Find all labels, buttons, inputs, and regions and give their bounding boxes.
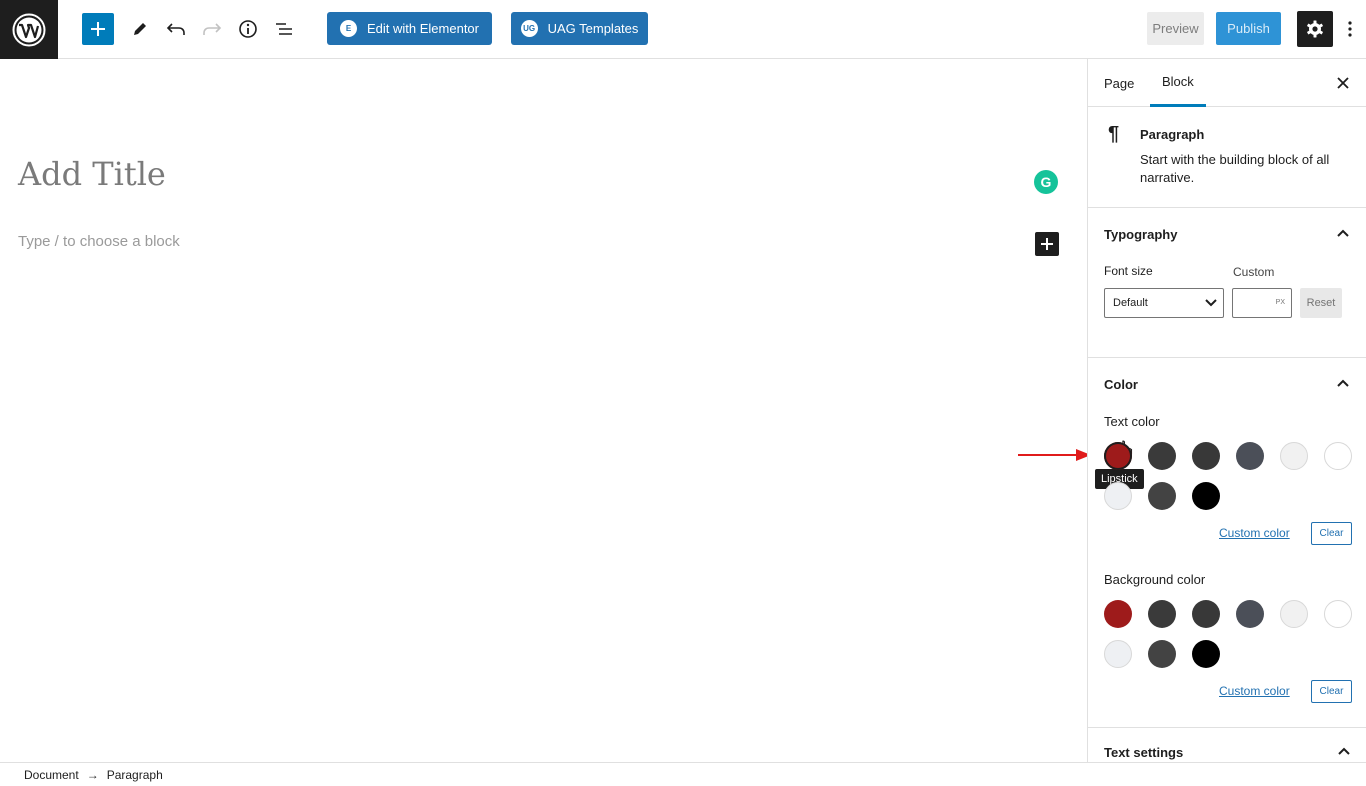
text-color-swatch[interactable] xyxy=(1192,442,1220,470)
text-color-swatch[interactable] xyxy=(1104,442,1132,470)
background-color-swatch[interactable] xyxy=(1192,600,1220,628)
tab-page[interactable]: Page xyxy=(1104,59,1134,107)
sidebar-tabs: Page Block xyxy=(1088,59,1366,107)
settings-button[interactable] xyxy=(1297,11,1333,47)
text-color-swatch[interactable] xyxy=(1148,442,1176,470)
list-view-button[interactable] xyxy=(269,12,299,45)
color-panel-toggle[interactable]: Color xyxy=(1088,358,1366,410)
elementor-icon: E xyxy=(340,20,357,37)
breadcrumb-paragraph[interactable]: Paragraph xyxy=(107,768,163,782)
text-settings-toggle[interactable]: Text settings xyxy=(1088,730,1366,762)
red-arrow-annotation-icon xyxy=(1018,449,1091,461)
block-card-description: Start with the building block of all nar… xyxy=(1140,152,1330,185)
settings-sidebar: Page Block ¶ Paragraph Start with the bu… xyxy=(1087,59,1366,762)
details-button[interactable] xyxy=(233,12,263,45)
text-custom-color-link[interactable]: Custom color xyxy=(1219,526,1290,540)
more-options-button[interactable] xyxy=(1340,12,1360,45)
block-card-title: Paragraph xyxy=(1140,127,1205,142)
preview-button[interactable]: Preview xyxy=(1147,12,1204,45)
block-placeholder-input[interactable]: Type / to choose a block xyxy=(18,233,180,250)
add-block-button[interactable] xyxy=(82,13,114,45)
text-color-label: Text color xyxy=(1104,414,1160,429)
background-color-swatch[interactable] xyxy=(1324,600,1352,628)
text-settings-panel: Text settings xyxy=(1088,730,1366,762)
text-color-clear-button[interactable]: Clear xyxy=(1311,522,1352,545)
custom-font-size-input[interactable]: PX xyxy=(1232,288,1292,318)
edit-with-elementor-button[interactable]: E Edit with Elementor xyxy=(327,12,492,45)
text-color-swatch[interactable] xyxy=(1324,442,1352,470)
chevron-up-icon xyxy=(1337,229,1349,237)
block-inserter-button[interactable] xyxy=(1035,232,1059,256)
plus-icon xyxy=(91,22,105,36)
font-size-select[interactable]: Default xyxy=(1104,288,1224,318)
block-breadcrumb: Document → Paragraph xyxy=(0,762,1366,786)
editor-canvas: Add Title G Type / to choose a block xyxy=(0,59,1091,762)
typography-panel-toggle[interactable]: Typography xyxy=(1088,208,1366,260)
font-size-label: Font size xyxy=(1104,264,1153,278)
reset-font-size-button[interactable]: Reset xyxy=(1300,288,1342,318)
redo-button[interactable] xyxy=(197,12,227,45)
background-color-swatch[interactable] xyxy=(1104,600,1132,628)
text-color-swatch[interactable] xyxy=(1148,482,1176,510)
wordpress-logo-icon[interactable] xyxy=(0,0,58,59)
editor-header: E Edit with Elementor UG UAG Templates P… xyxy=(0,0,1366,59)
undo-icon xyxy=(166,22,185,35)
background-color-swatch[interactable] xyxy=(1104,640,1132,668)
post-title-input[interactable]: Add Title xyxy=(18,155,166,193)
breadcrumb-document[interactable]: Document xyxy=(24,768,79,782)
undo-button[interactable] xyxy=(161,12,191,45)
text-color-swatch[interactable] xyxy=(1192,482,1220,510)
text-settings-title: Text settings xyxy=(1104,744,1184,760)
typography-panel-title: Typography xyxy=(1104,226,1178,242)
text-color-swatch[interactable] xyxy=(1236,442,1264,470)
background-color-label: Background color xyxy=(1104,572,1206,587)
breadcrumb-separator: → xyxy=(86,767,99,782)
tab-block[interactable]: Block xyxy=(1150,59,1206,107)
paragraph-icon: ¶ xyxy=(1108,123,1120,145)
uag-templates-button[interactable]: UG UAG Templates xyxy=(511,12,648,45)
text-color-swatch[interactable] xyxy=(1280,442,1308,470)
pencil-icon xyxy=(134,22,146,35)
unit-label: PX xyxy=(1275,299,1285,306)
chevron-down-icon xyxy=(1205,299,1217,307)
background-custom-color-link[interactable]: Custom color xyxy=(1219,684,1290,698)
text-color-swatch[interactable] xyxy=(1104,482,1132,510)
close-sidebar-button[interactable] xyxy=(1334,74,1352,92)
close-icon xyxy=(1337,77,1349,89)
uag-icon: UG xyxy=(520,20,538,37)
redo-icon xyxy=(203,22,222,35)
background-color-swatch[interactable] xyxy=(1148,600,1176,628)
gear-icon xyxy=(1307,20,1323,38)
list-view-icon xyxy=(276,22,292,35)
publish-button[interactable]: Publish xyxy=(1216,12,1281,45)
uag-templates-label: UAG Templates xyxy=(547,21,639,36)
grammarly-icon[interactable]: G xyxy=(1034,170,1058,194)
background-color-swatch[interactable] xyxy=(1236,600,1264,628)
typography-panel: Typography xyxy=(1088,208,1366,358)
custom-size-label: Custom xyxy=(1233,265,1275,279)
background-color-swatch[interactable] xyxy=(1280,600,1308,628)
more-vertical-icon xyxy=(1348,20,1352,37)
block-card: ¶ Paragraph Start with the building bloc… xyxy=(1088,107,1366,208)
color-panel-title: Color xyxy=(1104,376,1138,392)
edit-tools-button[interactable] xyxy=(125,12,155,45)
edit-with-elementor-label: Edit with Elementor xyxy=(367,21,479,36)
background-color-clear-button[interactable]: Clear xyxy=(1311,680,1352,703)
info-icon xyxy=(239,19,257,38)
background-color-swatch[interactable] xyxy=(1148,640,1176,668)
chevron-up-icon xyxy=(1338,747,1350,755)
plus-icon xyxy=(1041,238,1053,250)
font-size-select-value: Default xyxy=(1113,297,1148,309)
background-color-swatch[interactable] xyxy=(1192,640,1220,668)
chevron-up-icon xyxy=(1337,379,1349,387)
